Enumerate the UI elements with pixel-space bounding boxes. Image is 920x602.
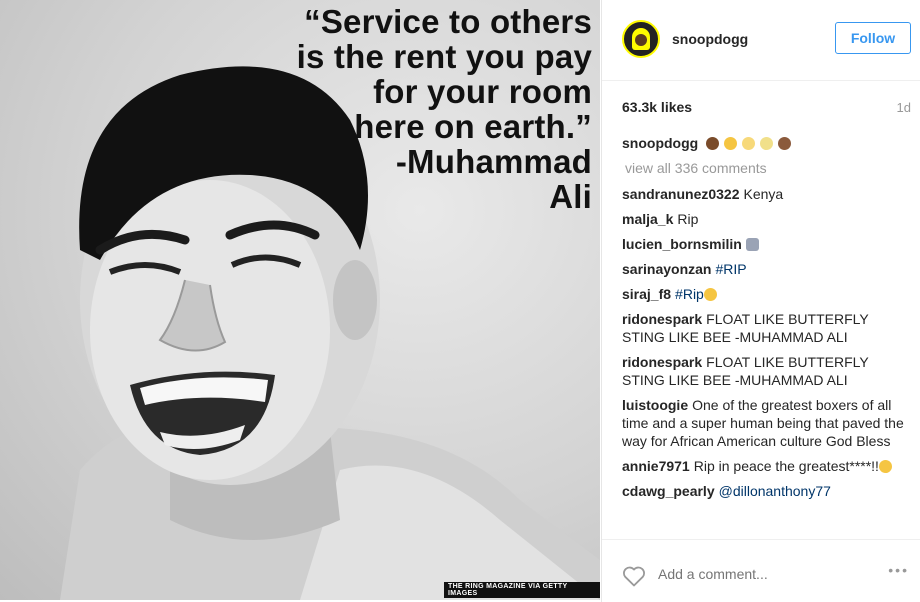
hashtag-link[interactable]: #Rip	[675, 286, 704, 302]
quote-line: “Service to others	[304, 3, 592, 40]
comment-text: Kenya	[743, 186, 784, 202]
quote-line: is the rent you pay	[296, 38, 592, 75]
emoji-icon	[703, 288, 717, 301]
emoji-icon	[706, 137, 720, 150]
heart-icon[interactable]	[622, 565, 646, 587]
mention-link[interactable]: @dillonanthony77	[719, 483, 831, 499]
more-options-icon[interactable]: •••	[888, 562, 909, 578]
quote-line: for your room	[373, 73, 592, 110]
avatar-face	[635, 34, 647, 46]
emoji-icon	[878, 460, 892, 473]
comment-username[interactable]: sandranunez0322	[622, 186, 740, 202]
emoji-icon	[741, 137, 755, 150]
comment-item: siraj_f8 #Rip	[622, 285, 907, 303]
hashtag-link[interactable]: #RIP	[715, 261, 746, 277]
post-header: snoopdogg Follow	[602, 0, 920, 81]
emoji-icon	[759, 137, 773, 150]
comment-item: malja_k Rip	[622, 210, 907, 228]
author-username[interactable]: snoopdogg	[672, 31, 748, 47]
post-side-panel: snoopdogg Follow 63.3k likes 1d snoopdog…	[601, 0, 920, 602]
comment-item: sandranunez0322 Kenya	[622, 185, 907, 203]
comment-item: ridonespark FLOAT LIKE BUTTERFLY STING LI…	[622, 353, 907, 389]
comment-item: cdawg_pearly @dillonanthony77	[622, 482, 907, 500]
comment-username[interactable]: ridonespark	[622, 354, 702, 370]
emoji-icon	[777, 137, 791, 150]
comment-text: Rip	[677, 211, 699, 227]
image-credit: THE RING MAGAZINE VIA GETTY IMAGES	[444, 582, 600, 598]
comment-item: ridonespark FLOAT LIKE BUTTERFLY STING LI…	[622, 310, 907, 346]
comment-item: sarinayonzan #RIP	[622, 260, 907, 278]
comment-username[interactable]: malja_k	[622, 211, 673, 227]
comment-username[interactable]: lucien_bornsmilin	[622, 236, 742, 252]
comments-list: snoopdogg view all 336 comments sandranu…	[622, 134, 907, 536]
comment-item: annie7971 Rip in peace the greatest****!!	[622, 457, 907, 475]
quote-line: -Muhammad	[395, 143, 592, 180]
comment-text: Rip in peace the greatest****!!	[693, 458, 879, 474]
comment-username[interactable]: luistoogie	[622, 397, 688, 413]
emoji-icon	[723, 137, 737, 150]
post-time[interactable]: 1d	[897, 100, 911, 115]
comment-item: luistoogie One of the greatest boxers of …	[622, 396, 907, 450]
comment-username[interactable]: siraj_f8	[622, 286, 671, 302]
comment-username[interactable]: cdawg_pearly	[622, 483, 715, 499]
follow-button[interactable]: Follow	[835, 22, 911, 54]
view-all-comments-link[interactable]: view all 336 comments	[625, 159, 907, 177]
likes-row: 63.3k likes 1d	[622, 99, 911, 117]
caption: snoopdogg	[622, 134, 907, 152]
quote-line: Ali	[549, 178, 592, 215]
comment-username[interactable]: sarinayonzan	[622, 261, 711, 277]
comment-username[interactable]: ridonespark	[622, 311, 702, 327]
comment-username[interactable]: annie7971	[622, 458, 690, 474]
caption-emojis	[706, 135, 792, 151]
comment-footer: •••	[602, 539, 920, 602]
quote-line: here on earth.”	[354, 108, 592, 145]
likes-count[interactable]: 63.3k likes	[622, 99, 692, 115]
add-comment-input[interactable]	[658, 566, 848, 582]
avatar[interactable]	[622, 20, 660, 58]
comment-username[interactable]: snoopdogg	[622, 135, 698, 151]
comment-item: lucien_bornsmilin	[622, 235, 907, 253]
emoji-icon	[745, 238, 759, 251]
post-image[interactable]: “Service to others is the rent you pay f…	[0, 0, 600, 600]
image-quote: “Service to others is the rent you pay f…	[297, 4, 592, 214]
